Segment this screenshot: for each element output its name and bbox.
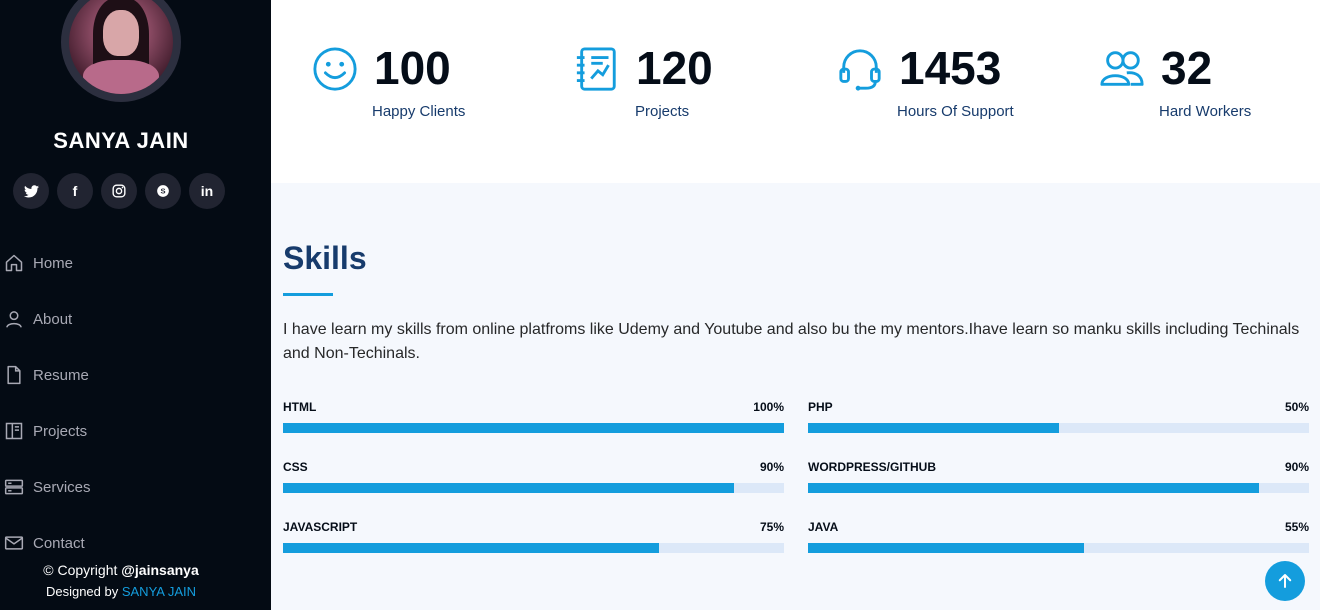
skill-php: PHP 50% [808,400,1309,440]
designer-link[interactable]: SANYA JAIN [122,584,196,599]
skill-percent: 100% [753,400,784,414]
stat-label: Projects [635,103,690,120]
skill-name: CSS [283,460,308,474]
stat-label: Happy Clients [372,103,466,120]
back-to-top-button[interactable] [1265,561,1305,601]
copyright-prefix: © Copyright [43,562,122,578]
file-icon [3,364,25,386]
nav-label: Projects [33,422,88,440]
skype-link[interactable]: S [145,173,181,209]
person-icon [3,308,25,330]
arrow-up-icon [1278,574,1292,588]
twitter-icon [23,184,39,197]
stat-value: 1453 [899,42,1002,94]
progress-fill [808,543,1084,553]
skills-section: Skills I have learn my skills from onlin… [283,240,1309,553]
progress-track [283,543,784,553]
instagram-link[interactable] [101,173,137,209]
skill-name: HTML [283,400,317,414]
facts-section: 100 Happy Clients 120 Projects 1453 Hour… [271,0,1320,183]
profile-name: SANYA JAIN [53,128,189,153]
stat-value: 32 [1161,42,1213,94]
skill-javascript: JAVASCRIPT 75% [283,520,784,560]
progress-track [283,423,784,433]
nav-label: Resume [33,366,89,384]
headset-icon [839,49,881,91]
book-icon [3,420,25,442]
stat-value: 100 [374,42,451,94]
progress-fill [808,483,1259,493]
skill-name: PHP [808,400,833,414]
copyright-handle: @jainsanya [121,562,199,578]
skype-icon: S [157,185,169,197]
nav-item-resume[interactable]: Resume [0,347,91,403]
nav-item-services[interactable]: Services [0,459,91,515]
linkedin-link[interactable]: in [189,173,225,209]
skills-description: I have learn my skills from online platf… [283,321,1300,362]
skill-css: CSS 90% [283,460,784,500]
skill-name: JAVA [808,520,839,534]
journal-icon [576,47,616,91]
twitter-link[interactable] [13,173,49,209]
sidebar-nav: Home About Resume Projects Services Cont… [0,235,91,571]
home-icon [3,252,25,274]
sidebar: SANYA JAIN f S in Home About Resume Proj… [0,0,271,610]
skill-percent: 55% [1284,520,1309,534]
nav-label: Home [33,254,74,272]
progress-track [808,423,1309,433]
skill-percent: 50% [1284,400,1309,414]
nav-label: About [33,310,73,328]
title-underline [283,293,333,296]
social-links: f S in [13,173,225,209]
skill-percent: 75% [759,520,784,534]
avatar [61,0,181,102]
designed-prefix: Designed by [45,584,122,599]
progress-fill [808,423,1059,433]
skill-wordpress-github: WORDPRESS/GITHUB 90% [808,460,1309,500]
progress-fill [283,483,734,493]
facebook-link[interactable]: f [57,173,93,209]
skill-name: WORDPRESS/GITHUB [808,460,937,474]
progress-track [808,483,1309,493]
sidebar-footer: © Copyright @jainsanya Designed by SANYA… [0,562,242,599]
envelope-icon [3,532,25,554]
progress-fill [283,423,784,433]
facebook-icon: f [72,183,78,199]
skill-java: JAVA 55% [808,520,1309,560]
nav-label: Contact [33,534,85,552]
skill-html: HTML 100% [283,400,784,440]
progress-fill [283,543,659,553]
progress-track [283,483,784,493]
server-icon [3,476,25,498]
nav-item-about[interactable]: About [0,291,91,347]
progress-track [808,543,1309,553]
section-title: Skills [283,240,367,276]
svg-text:S: S [160,187,165,196]
nav-item-projects[interactable]: Projects [0,403,91,459]
people-icon [1100,51,1144,86]
stat-value: 120 [636,42,713,94]
stat-label: Hard Workers [1159,103,1252,120]
instagram-icon [112,184,126,198]
skill-percent: 90% [1284,460,1309,474]
nav-label: Services [33,478,91,496]
nav-item-home[interactable]: Home [0,235,91,291]
linkedin-icon: in [200,183,214,199]
stat-label: Hours Of Support [897,103,1014,120]
skill-percent: 90% [759,460,784,474]
smile-icon [313,47,357,91]
skill-name: JAVASCRIPT [283,520,358,534]
